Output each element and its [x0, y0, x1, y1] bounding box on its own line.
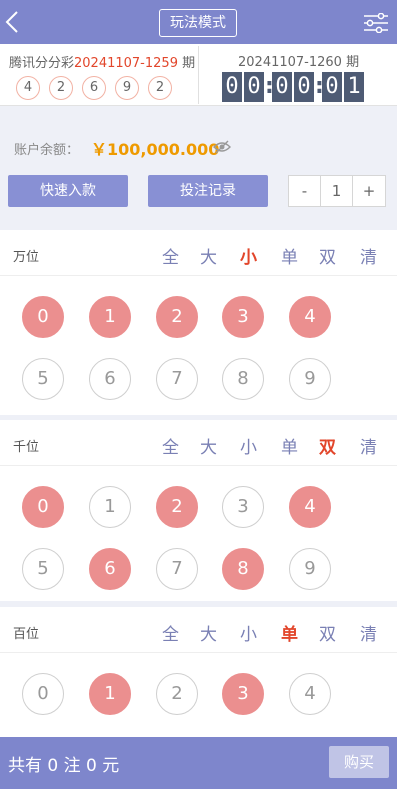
quick-select-button[interactable]: 单	[281, 433, 298, 458]
quick-select-button[interactable]: 全	[162, 433, 179, 458]
increase-button[interactable]: +	[353, 176, 385, 206]
issue-suffix: 期	[182, 56, 196, 71]
quick-select-button[interactable]: 清	[360, 243, 377, 268]
digit-ball[interactable]: 1	[89, 296, 131, 338]
hide-balance-eye-icon[interactable]	[213, 140, 231, 154]
quick-select-button[interactable]: 双	[319, 620, 336, 645]
digit-ball[interactable]: 5	[22, 358, 64, 400]
digit-ball[interactable]: 9	[289, 358, 331, 400]
digit-ball[interactable]: 2	[156, 296, 198, 338]
position-section: 千位 全大小单双清 0 1 2 3 4 5 6 7 8 9	[0, 420, 397, 601]
digit-ball[interactable]: 0	[22, 673, 64, 715]
countdown-colon: :	[265, 74, 274, 99]
countdown-timer: 0 0 : 0 0 : 0 1	[221, 72, 365, 102]
back-icon[interactable]	[2, 8, 24, 36]
digit-ball[interactable]: 3	[222, 673, 264, 715]
decrease-button[interactable]: -	[289, 176, 321, 206]
balance-label: 账户余额：	[14, 143, 80, 158]
position-section: 百位 全大小单双清 0 1 2 3 4	[0, 607, 397, 737]
quick-select-button[interactable]: 清	[360, 620, 377, 645]
divider	[198, 46, 199, 104]
quick-select-button[interactable]: 小	[240, 620, 257, 645]
last-draw-ball: 2	[148, 76, 172, 100]
digit-ball[interactable]: 1	[89, 673, 131, 715]
quick-select-button[interactable]: 小	[240, 433, 257, 458]
digit-ball[interactable]: 4	[289, 673, 331, 715]
digit-ball[interactable]: 2	[156, 673, 198, 715]
digit-ball[interactable]: 4	[289, 296, 331, 338]
buy-button[interactable]: 购买	[329, 746, 389, 778]
countdown-digit: 0	[222, 72, 242, 102]
current-draw-issue: 20241107-1260 期	[238, 55, 360, 70]
digit-ball[interactable]: 0	[22, 486, 64, 528]
countdown-digit: 0	[244, 72, 264, 102]
digit-ball[interactable]: 7	[156, 358, 198, 400]
position-section: 万位 全大小单双清 0 1 2 3 4 5 6 7 8 9	[0, 230, 397, 415]
position-name: 百位	[13, 627, 40, 642]
digit-ball[interactable]: 0	[22, 296, 64, 338]
digit-ball[interactable]: 8	[222, 358, 264, 400]
quick-select-button[interactable]: 全	[162, 243, 179, 268]
quick-select-button[interactable]: 大	[200, 620, 217, 645]
last-draw-label: 腾讯分分彩20241107-1259 期	[9, 52, 195, 71]
last-draw-ball: 4	[16, 76, 40, 100]
digit-ball[interactable]: 8	[222, 548, 264, 590]
bet-records-button[interactable]: 投注记录	[148, 175, 268, 207]
digit-ball[interactable]: 6	[89, 548, 131, 590]
balance-value: ￥100,000.000	[91, 140, 220, 159]
quick-select-button[interactable]: 双	[319, 433, 336, 458]
position-header: 百位 全大小单双清	[0, 607, 397, 653]
quick-select-button[interactable]: 双	[319, 243, 336, 268]
quick-select-button[interactable]: 单	[281, 620, 298, 645]
play-mode-button[interactable]: 玩法模式	[159, 9, 237, 37]
last-draw-numbers: 4 2 6 9 2	[16, 76, 172, 100]
quick-select-button[interactable]: 单	[281, 243, 298, 268]
bet-summary: 共有 0 注 0 元	[8, 756, 120, 776]
digit-ball[interactable]: 7	[156, 548, 198, 590]
quick-select-button[interactable]: 全	[162, 620, 179, 645]
multiplier-stepper: - 1 +	[288, 175, 386, 207]
countdown-digit: 0	[272, 72, 292, 102]
digit-ball[interactable]: 6	[89, 358, 131, 400]
position-header: 万位 全大小单双清	[0, 230, 397, 276]
digit-ball[interactable]: 1	[89, 486, 131, 528]
settings-sliders-icon[interactable]	[363, 13, 389, 33]
last-draw-ball: 6	[82, 76, 106, 100]
digit-ball[interactable]: 3	[222, 296, 264, 338]
countdown-digit: 0	[294, 72, 314, 102]
digit-ball[interactable]: 9	[289, 548, 331, 590]
quantity-input[interactable]: 1	[321, 176, 353, 206]
last-draw-ball: 9	[115, 76, 139, 100]
digit-ball[interactable]: 3	[222, 486, 264, 528]
countdown-digit: 1	[344, 72, 364, 102]
bottom-bar: 共有 0 注 0 元 购买	[0, 737, 397, 789]
quick-select-button[interactable]: 小	[240, 243, 257, 268]
quick-deposit-button[interactable]: 快速入款	[8, 175, 128, 207]
quick-select-button[interactable]: 清	[360, 433, 377, 458]
digit-ball[interactable]: 2	[156, 486, 198, 528]
lottery-name: 腾讯分分彩	[9, 56, 75, 71]
position-header: 千位 全大小单双清	[0, 420, 397, 466]
position-name: 千位	[13, 440, 40, 455]
quick-select-button[interactable]: 大	[200, 433, 217, 458]
last-draw-issue: 20241107-1259	[74, 56, 178, 71]
countdown-colon: :	[315, 74, 324, 99]
digit-ball[interactable]: 5	[22, 548, 64, 590]
position-name: 万位	[13, 250, 40, 265]
countdown-digit: 0	[322, 72, 342, 102]
quick-select-button[interactable]: 大	[200, 243, 217, 268]
digit-ball[interactable]: 4	[289, 486, 331, 528]
last-draw-ball: 2	[49, 76, 73, 100]
draw-info-panel: 腾讯分分彩20241107-1259 期 4 2 6 9 2 20241107-…	[0, 44, 397, 106]
top-bar: 玩法模式	[0, 0, 397, 44]
